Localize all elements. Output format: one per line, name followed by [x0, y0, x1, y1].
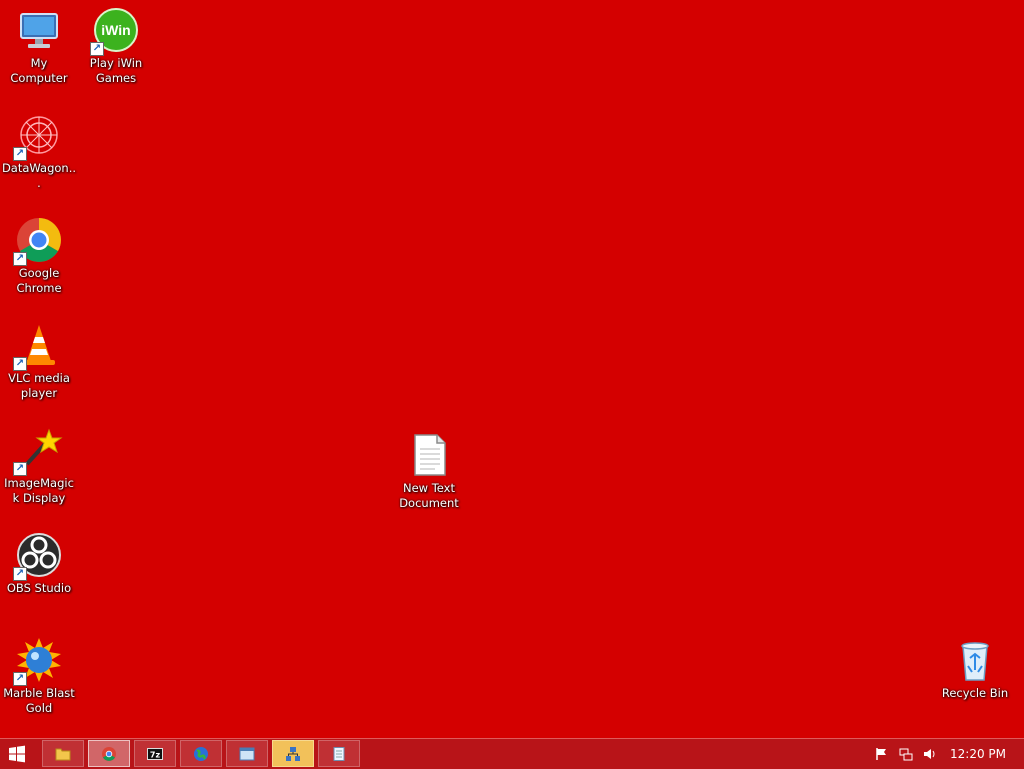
7zip-icon: 7z — [147, 748, 163, 760]
icon-label: My Computer — [10, 56, 68, 85]
recycle-bin-icon — [951, 636, 999, 684]
windows-logo-icon — [9, 745, 25, 763]
shortcut-arrow-icon: ↗ — [13, 567, 27, 581]
taskbar-chrome[interactable] — [88, 740, 130, 767]
icon-label: Marble Blast Gold — [3, 686, 75, 715]
datawagon-icon: ↗ — [13, 111, 63, 161]
desktop-icon-recycle-bin[interactable]: Recycle Bin — [937, 630, 1013, 701]
icon-label: OBS Studio — [6, 581, 72, 595]
taskbar-window-app[interactable] — [226, 740, 268, 767]
chrome-icon: ↗ — [13, 216, 63, 266]
icon-label: VLC media player — [8, 371, 70, 400]
shortcut-arrow-icon: ↗ — [13, 147, 27, 161]
icon-label: Recycle Bin — [941, 686, 1009, 700]
computer-icon — [15, 6, 63, 54]
desktop-icon-datawagon[interactable]: ↗ DataWagon... — [1, 105, 77, 191]
desktop[interactable]: My Computer iWin ↗ Play iWin Games ↗ Dat… — [0, 0, 1024, 738]
taskbar-file-explorer[interactable] — [42, 740, 84, 767]
taskbar-notepad[interactable] — [318, 740, 360, 767]
network-icon — [286, 747, 300, 761]
desktop-icon-new-text-document[interactable]: New Text Document — [391, 425, 467, 511]
globe-icon — [194, 747, 208, 761]
obs-icon: ↗ — [13, 531, 63, 581]
network-icon[interactable] — [899, 747, 913, 761]
taskbar-globe-app[interactable] — [180, 740, 222, 767]
shortcut-arrow-icon: ↗ — [13, 252, 27, 266]
icon-label: Google Chrome — [16, 266, 62, 295]
chrome-icon — [102, 747, 116, 761]
start-button[interactable] — [6, 743, 28, 765]
iwin-icon: iWin ↗ — [90, 6, 140, 56]
iwin-icon-text: iWin — [101, 22, 130, 38]
taskbar-network-app[interactable] — [272, 740, 314, 767]
icon-label: DataWagon... — [1, 161, 77, 190]
shortcut-arrow-icon: ↗ — [13, 357, 27, 371]
desktop-icon-marble-blast-gold[interactable]: ↗ Marble Blast Gold — [1, 630, 77, 716]
folder-icon — [55, 748, 71, 761]
notepad-icon — [333, 747, 345, 761]
shortcut-arrow-icon: ↗ — [13, 672, 27, 686]
taskbar: 7z 12:20 PM — [0, 738, 1024, 769]
taskbar-clock[interactable]: 12:20 PM — [950, 747, 1006, 761]
marble-icon: ↗ — [13, 636, 63, 686]
desktop-icon-imagemagick[interactable]: ↗ ImageMagick Display — [1, 420, 77, 506]
icon-label: Play iWin Games — [89, 56, 143, 85]
desktop-icon-my-computer[interactable]: My Computer — [1, 0, 77, 86]
desktop-icon-google-chrome[interactable]: ↗ Google Chrome — [1, 210, 77, 296]
taskbar-7zip[interactable]: 7z — [134, 740, 176, 767]
desktop-icon-play-iwin-games[interactable]: iWin ↗ Play iWin Games — [78, 0, 154, 86]
icon-label: New Text Document — [399, 481, 459, 510]
shortcut-arrow-icon: ↗ — [13, 462, 27, 476]
desktop-icon-vlc[interactable]: ↗ VLC media player — [1, 315, 77, 401]
vlc-icon: ↗ — [13, 321, 63, 371]
7zip-icon-text: 7z — [150, 751, 161, 760]
volume-icon[interactable] — [923, 747, 937, 761]
icon-label: ImageMagick Display — [4, 476, 74, 505]
window-icon — [239, 747, 255, 761]
desktop-icon-obs-studio[interactable]: ↗ OBS Studio — [1, 525, 77, 596]
shortcut-arrow-icon: ↗ — [90, 42, 104, 56]
flag-icon[interactable] — [875, 747, 889, 761]
imagemagick-icon: ↗ — [13, 426, 63, 476]
text-document-icon — [405, 431, 453, 479]
